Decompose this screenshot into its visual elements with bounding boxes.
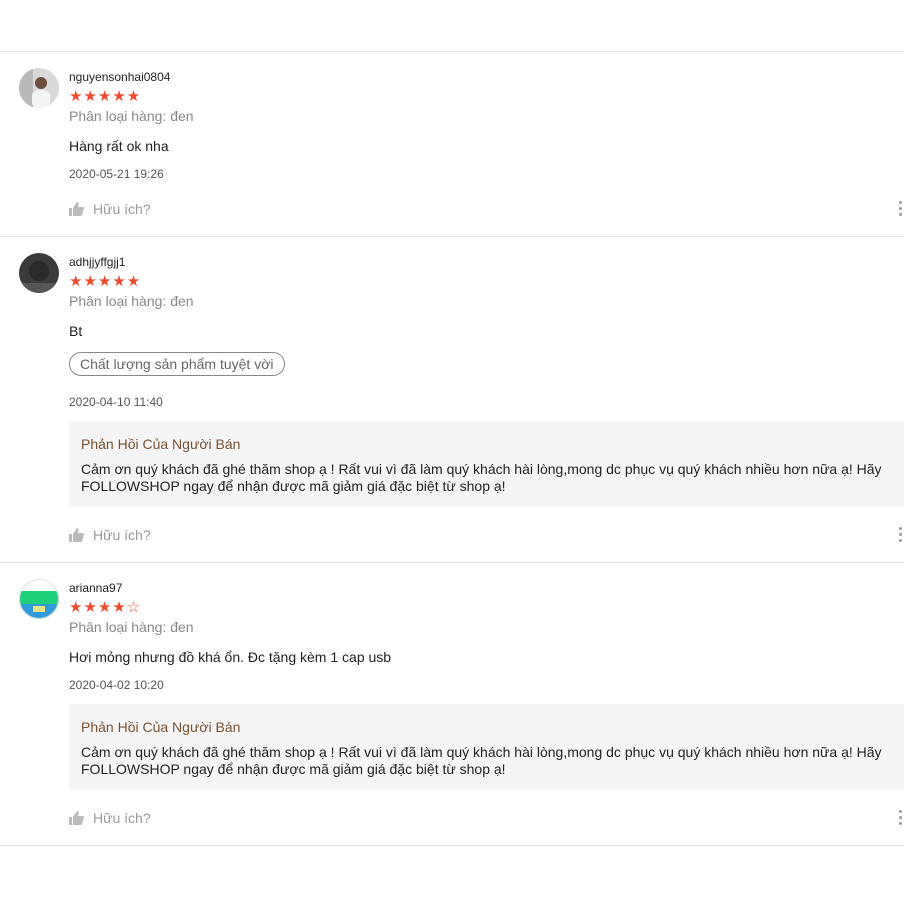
review-date: 2020-04-10 11:40 (69, 395, 163, 409)
seller-reply-title: Phản Hồi Của Người Bán (81, 719, 241, 735)
variation-text: Phân loại hàng: đen (69, 619, 194, 635)
review-comment: Hơi mỏng nhưng đồ khá ổn. Đc tặng kèm 1 … (69, 649, 392, 665)
review-comment: Hàng rất ok nha (69, 138, 169, 154)
seller-reply-text: Cảm ơn quý khách đã ghé thăm shop ạ ! Rấ… (81, 461, 882, 494)
rating-stars: ★★★★★ (69, 88, 142, 105)
thumbs-up-icon (69, 202, 84, 216)
rating-stars: ★★★★★ (69, 273, 142, 290)
divider (0, 845, 904, 846)
helpful-label: Hữu ích? (93, 527, 151, 543)
more-options-icon[interactable] (899, 201, 903, 217)
seller-reply: Phản Hồi Của Người Bán Cảm ơn quý khách … (69, 421, 904, 507)
seller-reply: Phản Hồi Của Người Bán Cảm ơn quý khách … (69, 704, 904, 790)
helpful-label: Hữu ích? (93, 810, 151, 826)
avatar[interactable] (19, 253, 59, 293)
helpful-button[interactable]: Hữu ích? (69, 201, 151, 217)
helpful-label: Hữu ích? (93, 201, 151, 217)
review-comment: Bt (69, 323, 83, 339)
review-date: 2020-04-02 10:20 (69, 678, 164, 692)
seller-reply-title: Phản Hồi Của Người Bán (81, 436, 241, 452)
rating-stars: ★★★★☆ (69, 599, 142, 616)
helpful-button[interactable]: Hữu ích? (69, 810, 151, 826)
helpful-button[interactable]: Hữu ích? (69, 527, 151, 543)
seller-reply-text: Cảm ơn quý khách đã ghé thăm shop ạ ! Rấ… (81, 744, 882, 777)
review-date: 2020-05-21 19:26 (69, 167, 164, 181)
divider (0, 236, 904, 237)
thumbs-up-icon (69, 811, 84, 825)
review-tag: Chất lượng sản phẩm tuyệt vời (69, 352, 285, 376)
divider (0, 562, 904, 563)
username[interactable]: arianna97 (69, 581, 122, 595)
username[interactable]: adhjjyffgjj1 (69, 255, 125, 269)
avatar[interactable] (19, 68, 59, 108)
divider (0, 51, 904, 52)
more-options-icon[interactable] (899, 527, 903, 543)
variation-text: Phân loại hàng: đen (69, 293, 194, 309)
variation-text: Phân loại hàng: đen (69, 108, 194, 124)
username[interactable]: nguyensonhai0804 (69, 70, 170, 84)
avatar[interactable] (19, 579, 59, 619)
more-options-icon[interactable] (899, 810, 903, 826)
thumbs-up-icon (69, 528, 84, 542)
